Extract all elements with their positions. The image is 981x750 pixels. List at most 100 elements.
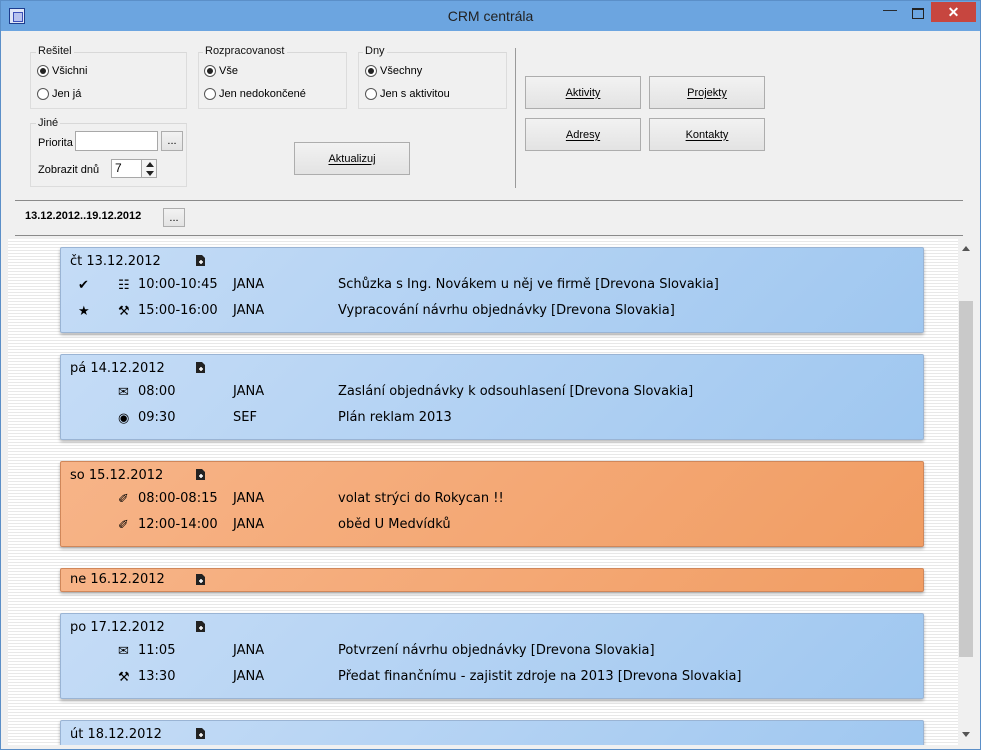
aktivity-button[interactable]: Aktivity (525, 76, 641, 109)
radio-jen-s-aktivitou[interactable]: Jen s aktivitou (365, 88, 450, 100)
add-activity-icon[interactable] (195, 727, 207, 740)
hammer-icon: ⚒ (118, 304, 130, 319)
separator-top (15, 200, 963, 201)
adresy-button[interactable]: Adresy (525, 118, 641, 151)
day-card[interactable]: út 18.12.2012 (60, 720, 924, 745)
zobrazit-dnu-input[interactable]: 7 (111, 159, 142, 178)
radio-dot-icon (204, 65, 216, 77)
maximize-button[interactable] (904, 2, 930, 22)
zobrazit-dnu-label: Zobrazit dnů (38, 164, 100, 176)
activity-row[interactable]: ◉ 09:30 SEF Plán reklam 2013 (61, 410, 923, 430)
priorita-browse-button[interactable]: ... (161, 131, 183, 151)
activity-description: volat strýci do Rokycan !! (338, 491, 504, 506)
activity-time: 09:30 (138, 410, 176, 425)
activity-description: Vypracování návrhu objednávky [Drevona S… (338, 303, 675, 318)
day-card[interactable]: čt 13.12.2012 ✔ ☷ 10:00-10:45 JANA Schůzka s … (60, 247, 924, 333)
group-resitel-label: Rešitel (36, 45, 74, 57)
activity-time: 12:00-14:00 (138, 517, 218, 532)
activity-row[interactable]: ✐ 12:00-14:00 JANA oběd U Medvídků (61, 517, 923, 537)
scroll-thumb[interactable] (959, 301, 973, 657)
radio-dot-icon (37, 88, 49, 100)
kontakty-button[interactable]: Kontakty (649, 118, 765, 151)
mail-icon: ✉ (118, 644, 129, 659)
add-activity-icon[interactable] (195, 254, 207, 267)
group-rozpracovanost (198, 52, 347, 109)
activity-owner: JANA (233, 277, 265, 292)
day-card[interactable]: po 17.12.2012 ✉ 11:05 JANA Potvrzení návrhu … (60, 613, 924, 699)
day-date: ne 16.12.2012 (70, 572, 165, 587)
agenda-list: čt 13.12.2012 ✔ ☷ 10:00-10:45 JANA Schůzka s … (8, 239, 958, 745)
radio-jen-nedokoncene[interactable]: Jen nedokončené (204, 88, 306, 100)
day-date: út 18.12.2012 (70, 727, 162, 742)
group-rozpracovanost-label: Rozpracovanost (203, 45, 287, 57)
activity-owner: JANA (233, 491, 265, 506)
activity-time: 08:00 (138, 384, 176, 399)
zobrazit-dnu-spinner[interactable] (141, 159, 157, 178)
add-activity-icon[interactable] (195, 468, 207, 481)
add-activity-icon[interactable] (195, 573, 207, 586)
activity-owner: JANA (233, 517, 265, 532)
radio-vsechny[interactable]: Všechny (365, 65, 422, 77)
activity-row[interactable]: ✐ 08:00-08:15 JANA volat strýci do Rokycan … (61, 491, 923, 511)
date-range-label: 13.12.2012..19.12.2012 (25, 210, 142, 222)
activity-description: Předat finančnímu - zajistit zdroje na 2… (338, 669, 742, 684)
priorita-label: Priorita (38, 137, 73, 149)
radio-jen-ja[interactable]: Jen já (37, 88, 81, 100)
activity-row[interactable]: ★ ⚒ 15:00-16:00 JANA Vypracování návrhu obje… (61, 303, 923, 323)
radio-dot-icon (365, 88, 377, 100)
activity-time: 15:00-16:00 (138, 303, 218, 318)
priorita-input[interactable] (75, 131, 158, 151)
day-date: po 17.12.2012 (70, 620, 165, 635)
date-range-browse-button[interactable]: ... (163, 208, 185, 227)
activity-description: Zaslání objednávky k odsouhlasení [Drevo… (338, 384, 694, 399)
paperclip-icon: ✐ (118, 518, 129, 533)
scroll-up-icon[interactable] (962, 246, 970, 251)
activity-owner: JANA (233, 669, 265, 684)
activity-time: 13:30 (138, 669, 176, 684)
activity-description: Potvrzení návrhu objednávky [Drevona Slo… (338, 643, 655, 658)
meeting-icon: ☷ (118, 278, 130, 293)
add-activity-icon[interactable] (195, 361, 207, 374)
day-card[interactable]: ne 16.12.2012 (60, 568, 924, 592)
activity-time: 08:00-08:15 (138, 491, 218, 506)
check-icon: ✔ (78, 278, 89, 293)
day-card[interactable]: so 15.12.2012 ✐ 08:00-08:15 JANA volat strýc… (60, 461, 924, 547)
activity-owner: JANA (233, 303, 265, 318)
radio-dot-icon (204, 88, 216, 100)
activity-description: Plán reklam 2013 (338, 410, 452, 425)
separator-bottom (15, 235, 963, 236)
mail-icon: ✉ (118, 385, 129, 400)
radio-vsichni[interactable]: Všichni (37, 65, 87, 77)
add-activity-icon[interactable] (195, 620, 207, 633)
radio-dot-icon (37, 65, 49, 77)
hammer-icon: ⚒ (118, 670, 130, 685)
group-resitel (30, 52, 187, 109)
activity-owner: JANA (233, 384, 265, 399)
paperclip-icon: ✐ (118, 492, 129, 507)
projekty-button[interactable]: Projekty (649, 76, 765, 109)
radio-dot-icon (365, 65, 377, 77)
activity-row[interactable]: ✉ 11:05 JANA Potvrzení návrhu objednávky [D… (61, 643, 923, 663)
close-button[interactable]: ✕ (931, 2, 976, 22)
radio-vse[interactable]: Vše (204, 65, 238, 77)
camera-icon: ◉ (118, 411, 130, 426)
activity-row[interactable]: ⚒ 13:30 JANA Předat finančnímu - zajistit z… (61, 669, 923, 689)
vertical-scrollbar[interactable] (958, 239, 974, 745)
day-date: so 15.12.2012 (70, 468, 164, 483)
activity-description: Schůzka s Ing. Novákem u něj ve firmě [D… (338, 277, 719, 292)
group-dny (358, 52, 507, 109)
star-icon: ★ (78, 304, 90, 319)
activity-description: oběd U Medvídků (338, 517, 451, 532)
group-dny-label: Dny (363, 45, 387, 57)
crm-window: CRM centrála — ✕ Rešitel Všichni Jen já … (0, 0, 981, 750)
minimize-button[interactable]: — (877, 2, 903, 22)
scroll-down-icon[interactable] (962, 732, 970, 737)
activity-row[interactable]: ✔ ☷ 10:00-10:45 JANA Schůzka s Ing. Novákem … (61, 277, 923, 297)
day-date: čt 13.12.2012 (70, 254, 161, 269)
activity-row[interactable]: ✉ 08:00 JANA Zaslání objednávky k odsouhlas… (61, 384, 923, 404)
aktualizuj-button[interactable]: Aktualizuj (294, 142, 410, 175)
activity-time: 11:05 (138, 643, 176, 658)
day-date: pá 14.12.2012 (70, 361, 165, 376)
activity-owner: JANA (233, 643, 265, 658)
day-card[interactable]: pá 14.12.2012 ✉ 08:00 JANA Zaslání objednávk… (60, 354, 924, 440)
